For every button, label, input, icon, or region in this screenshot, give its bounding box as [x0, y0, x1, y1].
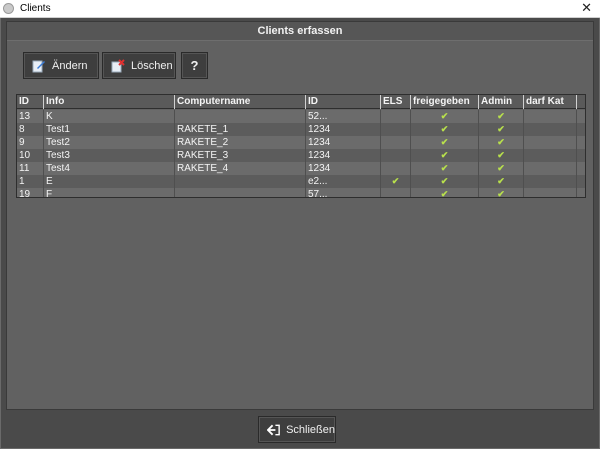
column-header-info[interactable]: Info [44, 95, 175, 109]
table-cell-freigegeben: ✔ [411, 162, 479, 175]
table-cell-freigegeben: ✔ [411, 136, 479, 149]
table-cell-id: 19 [17, 188, 44, 197]
edit-button[interactable]: Ändern [23, 52, 99, 79]
table-cell-computer: RAKETE_1 [175, 123, 306, 136]
table-cell-info: K [44, 110, 175, 123]
exit-icon [267, 424, 280, 435]
table-cell-kat [524, 136, 577, 149]
close-button[interactable]: Schließen [258, 416, 336, 443]
table-row[interactable]: 13 K 52... ✔ ✔ [17, 110, 585, 123]
table-cell-els [381, 123, 411, 136]
panel-title: Clients erfassen [7, 22, 593, 41]
table-cell-info: Test3 [44, 149, 175, 162]
table-cell-computer: RAKETE_4 [175, 162, 306, 175]
column-header-computername[interactable]: Computername [175, 95, 306, 109]
edit-icon [32, 59, 46, 73]
app-icon [3, 3, 14, 14]
table-cell-kat [524, 162, 577, 175]
clients-panel: Clients erfassen Ändern Löschen ? ID Inf… [6, 21, 594, 410]
table-cell-computer [175, 175, 306, 188]
table-cell-els [381, 162, 411, 175]
edit-label: Ändern [52, 59, 88, 72]
table-cell-freigegeben: ✔ [411, 175, 479, 188]
table-cell-id: 10 [17, 149, 44, 162]
delete-icon [111, 58, 125, 73]
table-row[interactable]: 9 Test2 RAKETE_2 1234 ✔ ✔ [17, 136, 585, 149]
table-cell-freigegeben: ✔ [411, 149, 479, 162]
column-header-id[interactable]: ID [17, 95, 44, 109]
table-cell-admin: ✔ [479, 136, 524, 149]
close-icon[interactable]: ✕ [581, 0, 592, 18]
table-cell-id: 13 [17, 110, 44, 123]
help-button[interactable]: ? [181, 52, 208, 79]
window-title: Clients [20, 3, 51, 14]
table-cell-admin: ✔ [479, 175, 524, 188]
table-cell-computer [175, 188, 306, 197]
table-cell-cid: e2... [306, 175, 381, 188]
table-cell-freigegeben: ✔ [411, 188, 479, 197]
clients-table: ID Info Computername ID ELS freigegeben … [16, 94, 586, 198]
table-cell-cid: 1234 [306, 136, 381, 149]
table-cell-admin: ✔ [479, 149, 524, 162]
table-cell-els [381, 110, 411, 123]
table-row[interactable]: 11 Test4 RAKETE_4 1234 ✔ ✔ [17, 162, 585, 175]
table-cell-admin: ✔ [479, 110, 524, 123]
table-cell-info: Test1 [44, 123, 175, 136]
column-header-els[interactable]: ELS [381, 95, 411, 109]
table-cell-kat [524, 188, 577, 197]
column-header-freigegeben[interactable]: freigegeben [411, 95, 479, 109]
table-cell-els: ✔ [381, 175, 411, 188]
table-cell-computer: RAKETE_2 [175, 136, 306, 149]
table-cell-id: 8 [17, 123, 44, 136]
table-cell-computer: RAKETE_3 [175, 149, 306, 162]
table-header: ID Info Computername ID ELS freigegeben … [17, 95, 585, 109]
table-cell-freigegeben: ✔ [411, 110, 479, 123]
table-cell-cid: 57... [306, 188, 381, 197]
table-row[interactable]: 1 Ee2... ✔ ✔ ✔ [17, 175, 585, 188]
table-row[interactable]: 10 Test3 RAKETE_3 1234 ✔ ✔ [17, 149, 585, 162]
table-cell-cid: 1234 [306, 149, 381, 162]
table-cell-kat [524, 123, 577, 136]
delete-label: Löschen [131, 59, 173, 72]
table-cell-freigegeben: ✔ [411, 123, 479, 136]
table-cell-kat [524, 110, 577, 123]
table-cell-els [381, 149, 411, 162]
table-cell-id: 9 [17, 136, 44, 149]
table-cell-admin: ✔ [479, 162, 524, 175]
table-cell-cid: 1234 [306, 123, 381, 136]
table-row[interactable]: 8 Test1 RAKETE_1 1234 ✔ ✔ [17, 123, 585, 136]
table-cell-info: E [44, 175, 175, 188]
table-cell-kat [524, 175, 577, 188]
close-label: Schließen [286, 423, 335, 436]
column-header-darf-kat[interactable]: darf Kat [524, 95, 577, 109]
table-row[interactable]: 19 F 57... ✔ ✔ [17, 188, 585, 197]
table-cell-id: 1 [17, 175, 44, 188]
table-cell-cid: 1234 [306, 162, 381, 175]
table-cell-computer [175, 110, 306, 123]
table-cell-admin: ✔ [479, 123, 524, 136]
table-cell-admin: ✔ [479, 188, 524, 197]
table-cell-kat [524, 149, 577, 162]
table-cell-info: F [44, 188, 175, 197]
table-cell-info: Test2 [44, 136, 175, 149]
window-titlebar: Clients ✕ [0, 0, 600, 18]
table-cell-info: Test4 [44, 162, 175, 175]
column-header-admin[interactable]: Admin [479, 95, 524, 109]
table-cell-cid: 52... [306, 110, 381, 123]
table-cell-els [381, 188, 411, 197]
delete-button[interactable]: Löschen [102, 52, 176, 79]
table-cell-id: 11 [17, 162, 44, 175]
table-cell-els [381, 136, 411, 149]
column-header-client-id[interactable]: ID [306, 95, 381, 109]
